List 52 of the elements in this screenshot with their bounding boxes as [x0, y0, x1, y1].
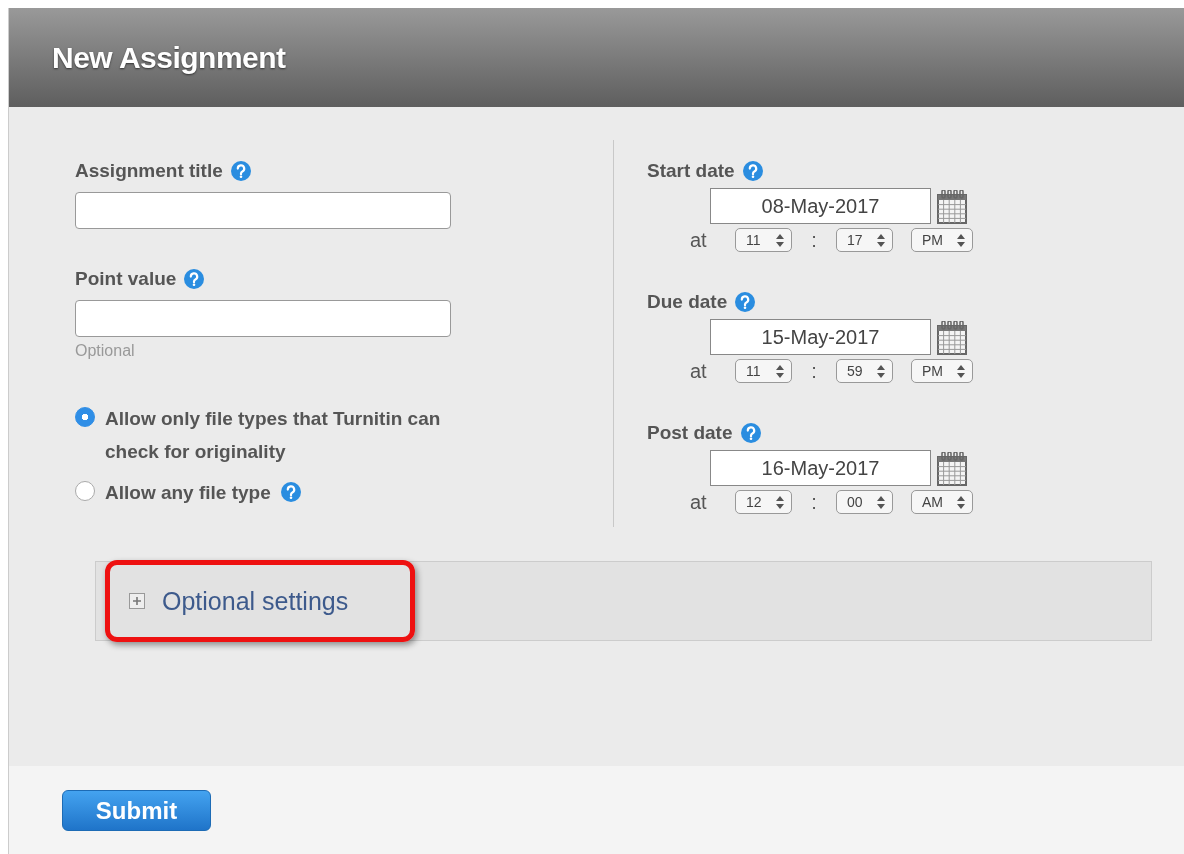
period-select[interactable]: PM	[911, 228, 973, 252]
time-separator: :	[810, 490, 818, 514]
radio-button[interactable]	[75, 481, 95, 501]
updown-icon	[877, 495, 885, 509]
at-label: at	[690, 490, 708, 514]
option-label[interactable]: Allow only file types that Turnitin can check for originality	[105, 402, 495, 468]
time-separator: :	[810, 359, 818, 383]
option-label[interactable]: Allow any file type	[105, 476, 271, 509]
page-title: New Assignment	[52, 40, 286, 75]
hour-select[interactable]: 11	[735, 228, 792, 252]
at-label: at	[690, 359, 708, 383]
updown-icon	[957, 233, 965, 247]
hour-select[interactable]: 11	[735, 359, 792, 383]
at-label: at	[690, 228, 708, 252]
help-icon[interactable]	[735, 292, 756, 312]
text-field[interactable]	[75, 192, 451, 229]
date-label: Due date	[647, 291, 728, 313]
date-field[interactable]: 08-May-2017	[710, 188, 931, 224]
help-icon[interactable]	[230, 161, 251, 181]
date-label: Start date	[647, 160, 735, 182]
time-separator: :	[810, 228, 818, 252]
field-label: Assignment title	[75, 160, 223, 182]
radio-button[interactable]	[75, 407, 95, 427]
period-select[interactable]: AM	[911, 490, 973, 514]
updown-icon	[877, 364, 885, 378]
updown-icon	[877, 233, 885, 247]
calendar-icon[interactable]	[937, 321, 967, 355]
submit-button[interactable]: Submit	[62, 790, 211, 831]
minute-select[interactable]: 00	[836, 490, 893, 514]
updown-icon	[957, 364, 965, 378]
date-field[interactable]: 15-May-2017	[710, 319, 931, 355]
updown-icon	[776, 495, 784, 509]
field-label: Point value	[75, 268, 177, 290]
date-label: Post date	[647, 422, 733, 444]
minute-select[interactable]: 17	[836, 228, 893, 252]
help-icon[interactable]	[280, 482, 301, 502]
help-icon[interactable]	[740, 423, 761, 443]
optional-settings-toggle[interactable]: Optional settings	[129, 586, 349, 616]
hour-select[interactable]: 12	[735, 490, 792, 514]
date-field[interactable]: 16-May-2017	[710, 450, 931, 486]
calendar-icon[interactable]	[937, 452, 967, 486]
expand-icon[interactable]	[129, 593, 145, 609]
updown-icon	[957, 495, 965, 509]
updown-icon	[776, 233, 784, 247]
minute-select[interactable]: 59	[836, 359, 893, 383]
calendar-icon[interactable]	[937, 190, 967, 224]
updown-icon	[776, 364, 784, 378]
hint-text: Optional	[75, 342, 136, 360]
text-field[interactable]	[75, 300, 451, 337]
help-icon[interactable]	[742, 161, 763, 181]
help-icon[interactable]	[184, 269, 205, 289]
period-select[interactable]: PM	[911, 359, 973, 383]
